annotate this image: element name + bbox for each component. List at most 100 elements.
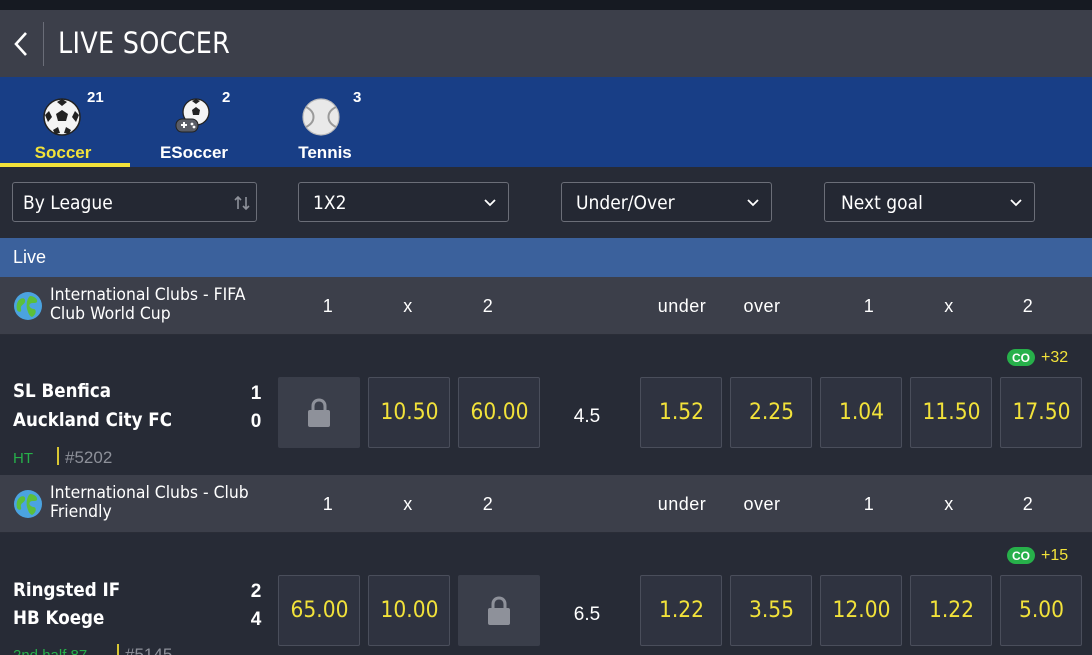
away-score: 4 [250, 609, 262, 630]
home-team: SL Benfica [13, 380, 112, 402]
odds-button-over[interactable]: 3.55 [730, 575, 812, 646]
odds-button-under[interactable]: 1.22 [640, 575, 722, 646]
column-header: 1 [863, 494, 875, 514]
cash-out-badge: CO [1007, 349, 1035, 366]
home-score: 2 [250, 581, 262, 602]
column-header: over [743, 296, 781, 316]
odds-value: 12.00 [832, 598, 890, 623]
status-divider [57, 447, 59, 465]
odds-button-next-goal-1[interactable]: 12.00 [820, 575, 902, 646]
odds-value: 1.04 [838, 400, 884, 425]
live-section-header: Live [0, 238, 1092, 277]
odds-button-over[interactable]: 2.25 [730, 377, 812, 448]
column-header: x [403, 296, 413, 316]
page-title: LIVE SOCCER [58, 26, 231, 60]
tab-soccer[interactable]: 21 Soccer [0, 77, 130, 167]
odds-value: 5.00 [1018, 598, 1064, 623]
sort-select[interactable]: By League [12, 182, 257, 222]
sort-arrows-icon [234, 195, 250, 211]
total-line: 4.5 [573, 406, 601, 427]
sport-count: 21 [87, 89, 104, 106]
column-header: x [944, 296, 954, 316]
match-status: 2nd half 87 [13, 647, 87, 655]
odds-value: 10.50 [380, 400, 438, 425]
odds-button-under[interactable]: 1.52 [640, 377, 722, 448]
column-header: 2 [482, 296, 494, 316]
odds-button-next-goal-1[interactable]: 1.04 [820, 377, 902, 448]
odds-locked [278, 377, 360, 448]
market-next-goal-value: Next goal [841, 192, 923, 214]
odds-value: 10.00 [380, 598, 438, 623]
odds-value: 17.50 [1012, 400, 1070, 425]
column-header: under [657, 296, 707, 316]
chevron-left-icon [14, 31, 27, 56]
chevron-down-icon [1010, 199, 1022, 207]
match-id: #5202 [65, 448, 113, 467]
status-divider [117, 644, 119, 655]
odds-button-next-goal-x[interactable]: 11.50 [910, 377, 992, 448]
league-header[interactable]: International Clubs - Club Friendly 1 x … [0, 475, 1092, 533]
chevron-down-icon [747, 199, 759, 207]
tab-esoccer[interactable]: 2 ESoccer [130, 77, 260, 167]
chevron-down-icon [484, 199, 496, 207]
filter-bar: By League 1X2 Under/Over Next goal [0, 167, 1092, 238]
odds-value: 2.25 [748, 400, 794, 425]
odds-value: 3.55 [748, 598, 794, 623]
back-button[interactable] [0, 10, 42, 77]
league-header[interactable]: International Clubs - FIFA Club World Cu… [0, 277, 1092, 335]
odds-value: 1.22 [928, 598, 974, 623]
odds-button-next-goal-2[interactable]: 5.00 [1000, 575, 1082, 646]
market-next-goal-select[interactable]: Next goal [824, 182, 1035, 222]
lock-icon [308, 397, 330, 427]
away-team: Auckland City FC [13, 409, 172, 431]
odds-button-2[interactable]: 60.00 [458, 377, 540, 448]
odds-value: 1.22 [658, 598, 704, 623]
total-line: 6.5 [573, 604, 601, 625]
odds-button-next-goal-x[interactable]: 1.22 [910, 575, 992, 646]
sport-count: 2 [222, 89, 231, 106]
odds-value: 11.50 [922, 400, 980, 425]
column-header: x [403, 494, 413, 514]
lock-icon [488, 595, 510, 625]
odds-button-x[interactable]: 10.00 [368, 575, 450, 646]
match-row[interactable]: CO +15 Ringsted IF HB Koege 2 4 2nd half… [0, 533, 1092, 655]
sport-label: Soccer [34, 143, 92, 162]
home-team: Ringsted IF [13, 579, 121, 601]
column-header: x [944, 494, 954, 514]
globe-icon [14, 490, 42, 518]
column-header: under [657, 494, 707, 514]
market-1x2-value: 1X2 [313, 192, 347, 214]
odds-value: 1.52 [658, 400, 704, 425]
header-divider [43, 22, 44, 66]
more-markets-link[interactable]: +32 [1041, 349, 1068, 367]
league-name: International Clubs - FIFA Club World Cu… [50, 285, 246, 324]
column-header: 1 [322, 494, 334, 514]
away-team: HB Koege [13, 607, 105, 629]
tab-tennis[interactable]: 3 Tennis [259, 77, 389, 167]
esoccer-gamepad-icon [175, 98, 210, 133]
column-header: over [743, 494, 781, 514]
market-under-over-select[interactable]: Under/Over [561, 182, 772, 222]
more-markets-link[interactable]: +15 [1041, 547, 1068, 565]
column-header: 2 [482, 494, 494, 514]
match-id: #5145 [125, 645, 173, 655]
odds-button-1[interactable]: 65.00 [278, 575, 360, 646]
sport-label: Tennis [298, 143, 352, 162]
market-1x2-select[interactable]: 1X2 [298, 182, 509, 222]
odds-button-x[interactable]: 10.50 [368, 377, 450, 448]
odds-locked [458, 575, 540, 646]
odds-value: 65.00 [290, 598, 348, 623]
market-under-over-value: Under/Over [576, 192, 675, 214]
column-header: 2 [1022, 494, 1034, 514]
globe-icon [14, 292, 42, 320]
odds-button-next-goal-2[interactable]: 17.50 [1000, 377, 1082, 448]
column-header: 1 [863, 296, 875, 316]
page-header: LIVE SOCCER [0, 10, 1092, 77]
match-row[interactable]: CO +32 SL Benfica Auckland City FC 1 0 H… [0, 335, 1092, 474]
match-status: HT [13, 450, 33, 467]
column-header: 2 [1022, 296, 1034, 316]
tennis-ball-icon [302, 98, 340, 136]
soccer-ball-icon [43, 98, 81, 136]
cash-out-badge: CO [1007, 547, 1035, 564]
live-label: Live [13, 247, 47, 267]
